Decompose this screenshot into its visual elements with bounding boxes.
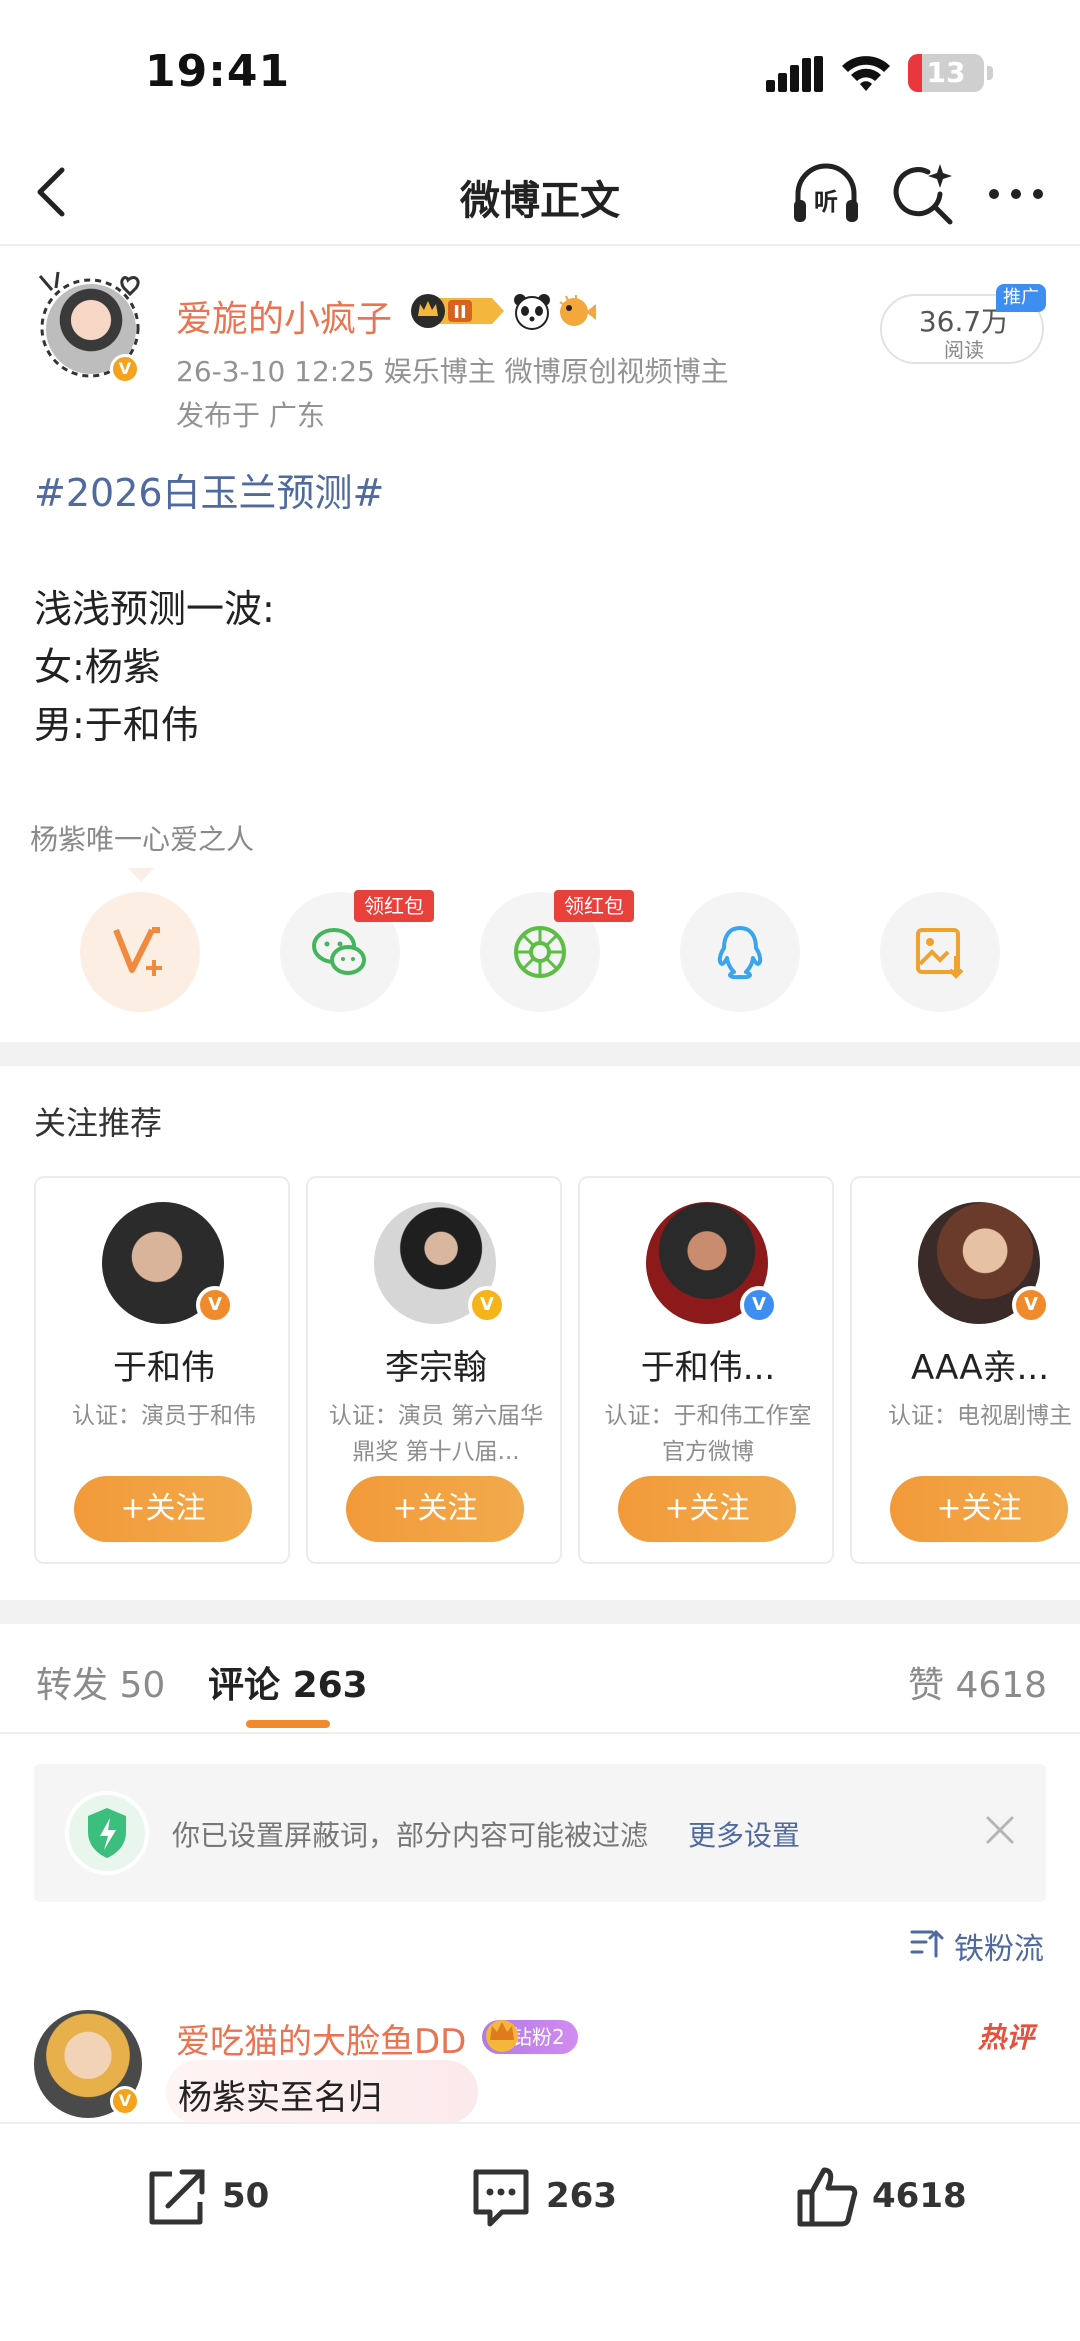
tab-repost-count: 50 [119,1665,166,1706]
post-text-line: 女:杨紫 [34,645,161,689]
battery-cap [987,66,993,80]
reads-label: 阅读 [944,338,984,362]
verified-badge-icon: V [740,1286,778,1324]
topic-tag-link[interactable]: #2026白玉兰预测# [34,462,384,517]
follow-button[interactable]: +关注 [74,1476,252,1542]
recommend-card[interactable]: V AAA亲... 认证：电视剧博主 +关注 [850,1176,1080,1564]
vip-crown-badge-icon[interactable]: II [410,292,506,330]
section-divider [0,1042,1080,1066]
repost-count: 50 [222,2176,270,2216]
recommend-title: 关注推荐 [34,1104,163,1142]
close-icon[interactable] [980,1810,1020,1850]
verified-badge-icon: V [468,1286,506,1324]
tooltip-caret [128,868,154,882]
tab-comment-count: 263 [292,1665,368,1706]
status-bar: 19:41 13 [0,0,1080,140]
section-divider [0,1600,1080,1624]
filter-notice: 你已设置屏蔽词，部分内容可能被过滤 更多设置 [34,1764,1046,1902]
tab-repost-label: 转发 [36,1665,109,1706]
post-text-line: 男:于和伟 [34,703,199,747]
listen-headphones-icon[interactable]: 听 [790,160,862,226]
verified-badge-icon: V [110,354,140,384]
tab-repost[interactable]: 转发 50 [36,1656,165,1708]
bottom-action-bar: 50 263 4618 [0,2122,1080,2341]
follow-button[interactable]: +关注 [346,1476,524,1542]
qq-icon [717,926,763,980]
battery-percent: 13 [926,56,966,89]
more-settings-link[interactable]: 更多设置 [688,1814,800,1854]
more-options-icon[interactable] [986,166,1046,222]
tab-like[interactable]: 赞 4618 [908,1656,1047,1708]
shield-icon [65,1791,149,1875]
post-meta: 26-3-10 12:25 娱乐博主 微博原创视频博主 [176,355,729,388]
comment-icon [473,2169,529,2227]
nav-bar: 微博正文 听 [0,140,1080,246]
active-tab-indicator [246,1720,330,1728]
save-image-button[interactable] [880,892,1000,1012]
ai-search-icon[interactable] [890,160,956,226]
follow-button[interactable]: +关注 [890,1476,1068,1542]
moments-icon [514,926,566,978]
recommend-name[interactable]: 李宗翰 [318,1340,554,1389]
wechat-hongbao-tag: 领红包 [354,890,434,922]
recommend-cert: 认证：演员于和伟 [72,1403,256,1429]
panda-icon [514,294,550,330]
status-time: 19:41 [145,46,291,97]
comment-count: 263 [546,2176,617,2216]
share-qq-button[interactable] [680,892,800,1012]
thumbs-up-icon [797,2167,858,2227]
verified-badge-icon: V [110,2086,140,2116]
wechat-icon [312,928,366,975]
vip-level: II [453,302,466,323]
tab-like-label: 赞 [908,1665,945,1706]
moments-hongbao-tag: 领红包 [554,890,634,922]
hot-comment-label: 热评 [978,2021,1035,2054]
like-count: 4618 [872,2176,967,2216]
promo-tag: 推广 [996,284,1046,312]
battery-indicator: 13 [908,54,984,92]
filter-notice-text: 你已设置屏蔽词，部分内容可能被过滤 [172,1819,649,1852]
cellular-signal-icon [766,56,823,92]
tab-comment[interactable]: 评论 263 [208,1656,368,1708]
wifi-icon [842,56,890,91]
share-v-plus-button[interactable] [80,892,200,1012]
author-name[interactable]: 爱旎的小疯子 [176,290,392,342]
recommend-cert: 认证：于和伟工作室官方微博 [604,1403,812,1465]
verified-badge-icon: V [196,1286,234,1324]
post-text-line: 浅浅预测一波: [34,587,275,631]
listen-label: 听 [814,188,838,216]
share-tooltip: 杨紫唯一心爱之人 [30,823,255,856]
follow-button[interactable]: +关注 [618,1476,796,1542]
v-plus-icon [113,927,162,976]
sort-icon[interactable] [910,1926,944,1960]
tab-divider [0,1732,1080,1734]
comment-text[interactable]: 杨紫实至名归 [178,2070,382,2119]
commenter-name[interactable]: 爱吃猫的大脸鱼DD [176,2014,466,2063]
diamond-fan-crown-icon [486,2020,518,2052]
repost-icon [149,2169,205,2225]
sort-mode-label[interactable]: 铁粉流 [954,1924,1044,1968]
recommend-cert: 认证：演员 第六届华鼎奖 第十八届... [328,1403,544,1465]
recommend-card[interactable]: V 于和伟... 认证：于和伟工作室官方微博 +关注 [578,1176,834,1564]
recommend-cert: 认证：电视剧博主 [888,1403,1072,1429]
tab-like-count: 4618 [955,1665,1048,1706]
recommend-name[interactable]: 于和伟... [590,1340,826,1389]
author-avatar[interactable]: V [34,270,146,392]
recommend-name[interactable]: 于和伟 [46,1340,282,1389]
recommend-card[interactable]: V 李宗翰 认证：演员 第六届华鼎奖 第十八届... +关注 [306,1176,562,1564]
recommend-card[interactable]: V 于和伟 认证：演员于和伟 +关注 [34,1176,290,1564]
verified-badge-icon: V [1012,1286,1050,1324]
tab-comment-label: 评论 [208,1665,281,1706]
pufferfish-icon [559,295,596,326]
post-location: 发布于 广东 [176,399,325,432]
recommend-name[interactable]: AAA亲... [862,1340,1080,1389]
save-image-icon [916,928,964,979]
